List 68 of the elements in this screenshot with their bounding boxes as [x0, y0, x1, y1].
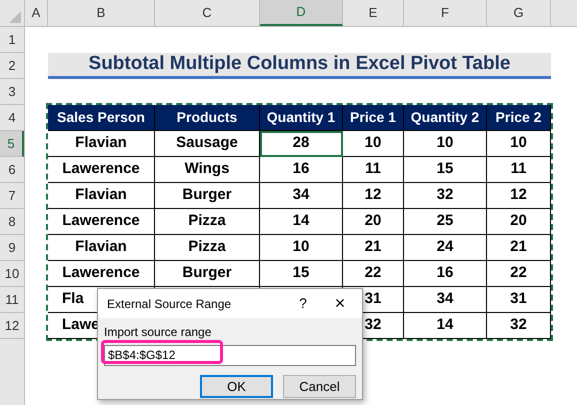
- table-cell: 31: [487, 287, 551, 313]
- row-header[interactable]: 3: [0, 79, 24, 105]
- column-heading: Price 1: [343, 105, 404, 131]
- row-header[interactable]: 10: [0, 261, 24, 287]
- table-cell: 12: [487, 183, 551, 209]
- column-header[interactable]: A: [25, 0, 48, 26]
- row-header[interactable]: 11: [0, 287, 24, 313]
- dialog-button[interactable]: OK: [200, 375, 273, 398]
- column-heading: Quantity 1: [260, 105, 343, 131]
- column-header[interactable]: B: [48, 0, 155, 26]
- column-header[interactable]: E: [343, 0, 404, 26]
- table-cell: 15: [260, 261, 343, 287]
- table-cell: Lawerence: [48, 157, 155, 183]
- table-cell: 20: [487, 209, 551, 235]
- row-header[interactable]: 5: [0, 131, 24, 157]
- title-banner: Subtotal Multiple Columns in Excel Pivot Table: [48, 53, 551, 79]
- range-input-field[interactable]: $B$4:$G$12: [104, 344, 356, 366]
- table-cell: 21: [343, 235, 404, 261]
- table-cell: Sausage: [155, 131, 260, 157]
- table-cell: 22: [487, 261, 551, 287]
- table-cell: 34: [260, 183, 343, 209]
- table-cell: 14: [404, 313, 487, 339]
- table-cell: 10: [260, 235, 343, 261]
- row-header[interactable]: 12: [0, 313, 24, 339]
- dialog-button[interactable]: Cancel: [283, 375, 356, 398]
- table-cell: 32: [487, 313, 551, 339]
- table-cell: 28: [260, 131, 343, 157]
- table-cell: Wings: [155, 157, 260, 183]
- table-cell: 22: [343, 261, 404, 287]
- row-header[interactable]: 8: [0, 209, 24, 235]
- row-header[interactable]: 2: [0, 53, 24, 79]
- table-cell: Flavian: [48, 183, 155, 209]
- table-cell: 25: [404, 209, 487, 235]
- table-cell: 15: [404, 157, 487, 183]
- table-cell: 14: [260, 209, 343, 235]
- table-cell: 11: [487, 157, 551, 183]
- table-cell: 20: [343, 209, 404, 235]
- table-cell: Pizza: [155, 235, 260, 261]
- table-cell: Lawerence: [48, 261, 155, 287]
- table-cell: 10: [487, 131, 551, 157]
- table-cell: Burger: [155, 261, 260, 287]
- help-button[interactable]: ?: [288, 293, 318, 314]
- table-cell: Lawerence: [48, 209, 155, 235]
- table-cell: Pizza: [155, 209, 260, 235]
- table-cell: 16: [404, 261, 487, 287]
- column-heading: Products: [155, 105, 260, 131]
- column-heading: Quantity 2: [404, 105, 487, 131]
- column-heading: Price 2: [487, 105, 551, 131]
- table-cell: 10: [343, 131, 404, 157]
- table-cell: 32: [404, 183, 487, 209]
- table-cell: Burger: [155, 183, 260, 209]
- column-header[interactable]: G: [487, 0, 551, 26]
- row-header[interactable]: 1: [0, 27, 24, 53]
- row-header[interactable]: 7: [0, 183, 24, 209]
- table-cell: 11: [343, 157, 404, 183]
- row-header[interactable]: 9: [0, 235, 24, 261]
- table-cell: Flavian: [48, 131, 155, 157]
- table-cell: 16: [260, 157, 343, 183]
- table-cell: 12: [343, 183, 404, 209]
- table-cell: 34: [404, 287, 487, 313]
- column-header[interactable]: D: [260, 0, 343, 26]
- table-cell: Flavian: [48, 235, 155, 261]
- column-header[interactable]: F: [404, 0, 487, 26]
- row-header[interactable]: 6: [0, 157, 24, 183]
- table-cell: 21: [487, 235, 551, 261]
- table-cell: 24: [404, 235, 487, 261]
- table-cell: 10: [404, 131, 487, 157]
- column-heading: Sales Person: [48, 105, 155, 131]
